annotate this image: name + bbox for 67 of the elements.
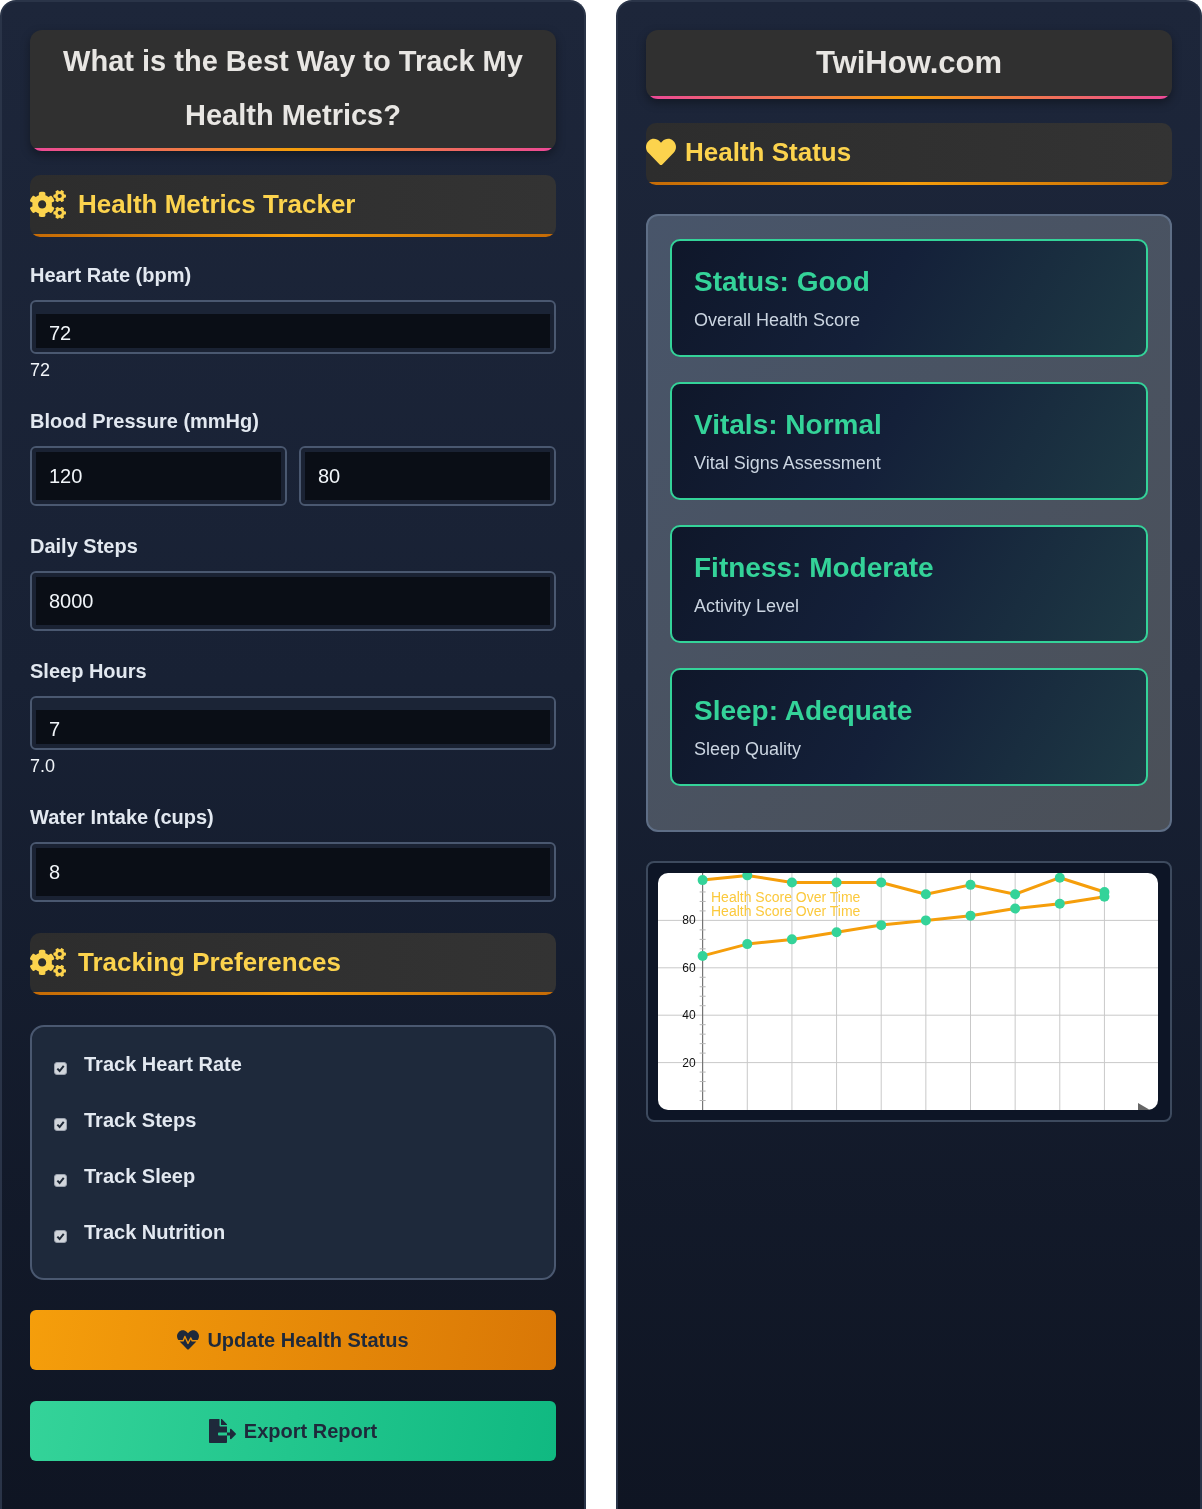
y-tick-label: 80 — [682, 913, 696, 928]
number-field[interactable]: 120 — [30, 446, 287, 506]
value-reading: 72 — [30, 359, 51, 381]
section-title: Tracking Preferences — [78, 946, 342, 978]
checkbox-label: Track Steps — [84, 1108, 197, 1132]
data-point — [831, 927, 842, 938]
status-title: Sleep: Adequate — [694, 694, 913, 728]
field-label: Heart Rate (bpm) — [30, 263, 193, 287]
checkbox-label: Track Heart Rate — [84, 1052, 242, 1076]
gears-icon — [30, 189, 66, 219]
data-point — [786, 877, 797, 888]
data-point — [831, 877, 842, 888]
number-field[interactable]: 8000 — [30, 571, 556, 631]
data-point — [1054, 898, 1065, 909]
export-button[interactable]: Export Report — [30, 1401, 556, 1461]
chart-annotation: Health Score Over Time — [711, 903, 861, 919]
page-title: What is the Best Way to Track My Health Metrics? — [62, 44, 524, 133]
field-label: Blood Pressure (mmHg) — [30, 409, 260, 433]
status-title: Status: Good — [694, 265, 870, 299]
section-title: Health Status — [685, 136, 852, 168]
data-point — [786, 934, 797, 945]
checkbox[interactable] — [54, 1229, 67, 1243]
y-tick-label: 60 — [682, 960, 696, 975]
file-export-icon — [208, 1419, 236, 1443]
data-point — [876, 920, 887, 931]
data-point — [697, 950, 708, 961]
data-point — [876, 877, 887, 888]
value-reading: 7.0 — [30, 755, 56, 777]
status-subtitle: Vital Signs Assessment — [694, 452, 881, 474]
data-point — [1054, 873, 1065, 883]
status-subtitle: Sleep Quality — [694, 738, 802, 760]
number-field[interactable]: 8 — [30, 842, 556, 902]
status-subtitle: Activity Level — [694, 595, 800, 617]
x-axis-arrowhead — [1138, 1103, 1150, 1110]
data-point — [920, 889, 931, 900]
chart-annotation: Health Score Over Time — [711, 889, 861, 905]
gears-icon — [30, 947, 66, 977]
data-point — [742, 873, 753, 881]
y-tick-label: 40 — [682, 1008, 696, 1023]
checkbox[interactable] — [54, 1173, 67, 1187]
checkbox-label: Track Nutrition — [84, 1220, 226, 1244]
data-point — [920, 915, 931, 926]
checkbox[interactable] — [54, 1117, 67, 1131]
field-label: Water Intake (cups) — [30, 805, 215, 829]
field-label: Sleep Hours — [30, 659, 148, 683]
section-title: Health Metrics Tracker — [78, 188, 356, 220]
y-tick-label: 20 — [682, 1055, 696, 1070]
data-point — [1010, 889, 1021, 900]
number-field[interactable]: 80 — [299, 446, 556, 506]
checkbox[interactable] — [54, 1061, 67, 1075]
number-field[interactable]: 7 — [30, 696, 556, 750]
data-point — [742, 939, 753, 950]
data-point — [697, 875, 708, 886]
data-point — [965, 879, 976, 890]
update-button[interactable]: Update Health Status — [30, 1310, 556, 1370]
site-title: TwiHow.com — [815, 44, 1003, 82]
status-title: Vitals: Normal — [694, 408, 882, 442]
data-point — [1010, 903, 1021, 914]
heart-icon — [646, 137, 676, 167]
field-label: Daily Steps — [30, 534, 139, 558]
heartbeat-icon — [177, 1329, 200, 1351]
status-subtitle: Overall Health Score — [694, 309, 861, 331]
data-point — [1099, 891, 1110, 902]
data-point — [965, 910, 976, 921]
checkbox-label: Track Sleep — [84, 1164, 196, 1188]
status-title: Fitness: Moderate — [694, 551, 934, 585]
number-field[interactable]: 72 — [30, 300, 556, 354]
